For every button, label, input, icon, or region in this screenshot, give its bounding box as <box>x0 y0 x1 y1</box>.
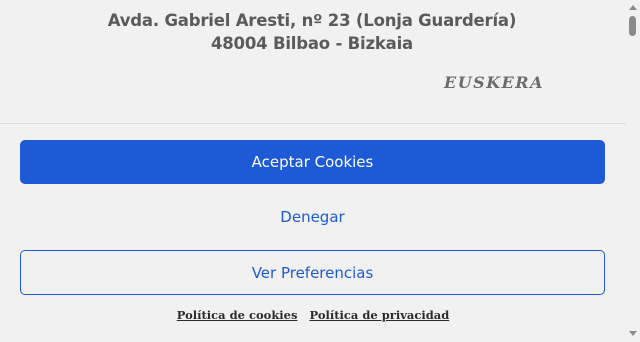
scroll-up-arrow-icon[interactable] <box>629 5 637 10</box>
scroll-down-arrow-icon[interactable] <box>629 331 637 336</box>
privacy-policy-link[interactable]: Política de privacidad <box>309 308 449 322</box>
address-text: Avda. Gabriel Aresti, nº 23 (Lonja Guard… <box>107 11 517 53</box>
accept-cookies-button[interactable]: Aceptar Cookies <box>20 140 605 184</box>
cookie-consent-panel: Aceptar Cookies Denegar Ver Preferencias… <box>0 123 626 342</box>
cookie-policy-link[interactable]: Política de cookies <box>177 308 298 322</box>
view-preferences-button[interactable]: Ver Preferencias <box>20 250 605 295</box>
language-link-euskera[interactable]: EUSKERA <box>444 73 544 92</box>
policy-links: Política de cookies Política de privacid… <box>0 308 626 322</box>
vertical-scrollbar[interactable] <box>626 0 640 341</box>
deny-cookies-button[interactable]: Denegar <box>20 195 605 239</box>
scroll-thumb[interactable] <box>629 16 636 36</box>
